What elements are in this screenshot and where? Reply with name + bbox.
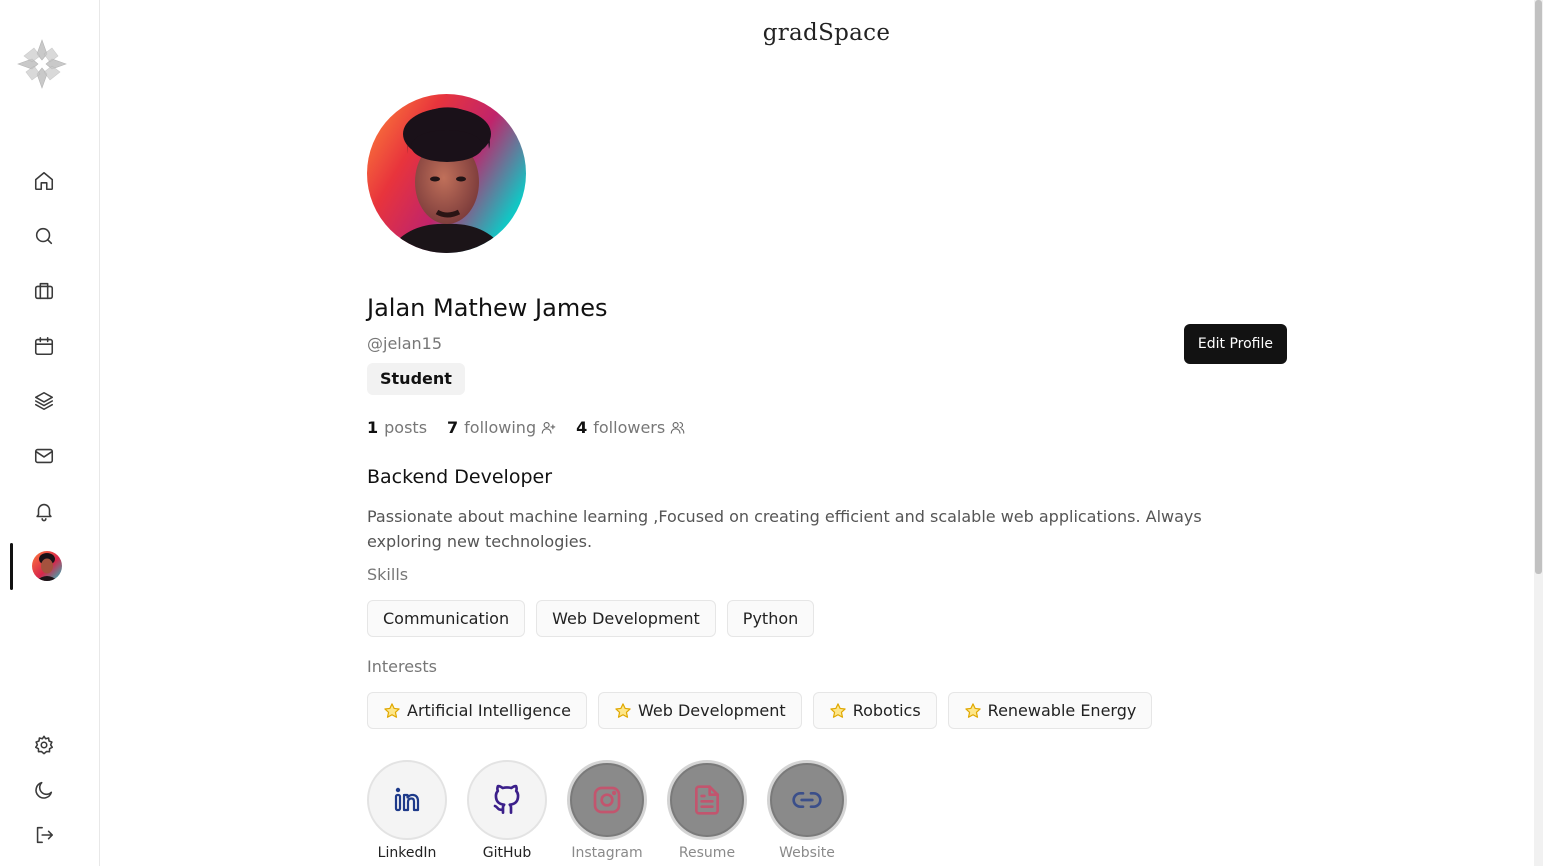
interest-label: Renewable Energy	[987, 701, 1137, 720]
star-icon	[615, 702, 631, 718]
logout-icon[interactable]	[31, 822, 57, 848]
edit-profile-button[interactable]: Edit Profile	[1183, 324, 1287, 364]
posts-stat[interactable]: 1 posts	[367, 418, 427, 437]
role-badge: Student	[367, 363, 465, 395]
moon-icon[interactable]	[31, 777, 57, 803]
instagram-icon	[593, 786, 621, 814]
star-icon	[964, 702, 981, 718]
file-icon	[695, 785, 719, 815]
resume-link[interactable]: Resume	[667, 760, 747, 861]
interest-label: Robotics	[852, 701, 921, 720]
profile-headline: Backend Developer	[367, 466, 552, 488]
linkedin-label: LinkedIn	[377, 845, 437, 861]
skills-list: Communication Web Development Python	[367, 600, 815, 637]
linkedin-icon	[394, 787, 420, 812]
interest-chip: Artificial Intelligence	[367, 692, 587, 729]
interests-title: Interests	[367, 657, 437, 676]
social-links: LinkedIn GitHub Instagram Resume Website	[367, 760, 847, 861]
linkedin-link[interactable]: LinkedIn	[367, 760, 447, 861]
following-count: 7	[447, 418, 459, 437]
resume-label: Resume	[678, 845, 736, 861]
posts-count: 1	[367, 418, 379, 437]
website-label: Website	[779, 845, 835, 861]
profile-handle: @jelan15	[367, 334, 443, 353]
layers-icon[interactable]	[31, 388, 57, 414]
users-icon	[670, 421, 685, 434]
skill-chip: Python	[726, 600, 815, 637]
github-icon	[493, 784, 520, 814]
sidebar	[0, 0, 100, 866]
page-scrollbar[interactable]	[1534, 0, 1543, 866]
sidebar-profile-avatar[interactable]	[32, 551, 62, 581]
profile-name: Jalan Mathew James	[367, 294, 608, 322]
followers-count: 4	[576, 418, 588, 437]
briefcase-icon[interactable]	[31, 278, 57, 304]
following-label: following	[464, 418, 537, 437]
star-icon	[384, 702, 400, 718]
star-icon	[829, 702, 846, 718]
website-link[interactable]: Website	[767, 760, 847, 861]
home-icon[interactable]	[31, 168, 57, 194]
interest-label: Artificial Intelligence	[407, 701, 571, 720]
brand-title: gradSpace	[762, 20, 891, 46]
settings-icon[interactable]	[31, 732, 57, 758]
skill-chip: Web Development	[536, 600, 716, 637]
github-button[interactable]	[467, 760, 547, 840]
followers-label: followers	[593, 418, 666, 437]
search-icon[interactable]	[31, 223, 57, 249]
posts-label: posts	[384, 418, 428, 437]
interest-label: Web Development	[638, 701, 786, 720]
skills-title: Skills	[367, 565, 409, 584]
interest-chip: Renewable Energy	[947, 692, 1153, 729]
linkedin-button[interactable]	[367, 760, 447, 840]
mail-icon[interactable]	[31, 443, 57, 469]
github-link[interactable]: GitHub	[467, 760, 547, 861]
following-stat[interactable]: 7 following	[447, 418, 556, 437]
instagram-label: Instagram	[571, 845, 643, 861]
interest-chip: Web Development	[598, 692, 802, 729]
instagram-button[interactable]	[567, 760, 647, 840]
active-indicator	[10, 543, 13, 590]
link-icon	[792, 792, 822, 808]
interest-chip: Robotics	[812, 692, 937, 729]
bell-icon[interactable]	[31, 498, 57, 524]
interests-list: Artificial Intelligence Web Development …	[367, 692, 1153, 729]
resume-button[interactable]	[667, 760, 747, 840]
profile-avatar	[367, 94, 526, 253]
user-plus-icon	[541, 421, 556, 434]
github-label: GitHub	[482, 845, 532, 861]
skill-chip: Communication	[367, 600, 526, 637]
instagram-link[interactable]: Instagram	[567, 760, 647, 861]
scrollbar-thumb[interactable]	[1535, 0, 1542, 574]
followers-stat[interactable]: 4 followers	[576, 418, 685, 437]
calendar-icon[interactable]	[31, 333, 57, 359]
profile-stats: 1 posts 7 following 4 followers	[367, 418, 685, 437]
profile-bio: Passionate about machine learning ,Focus…	[367, 507, 1202, 551]
website-button[interactable]	[767, 760, 847, 840]
